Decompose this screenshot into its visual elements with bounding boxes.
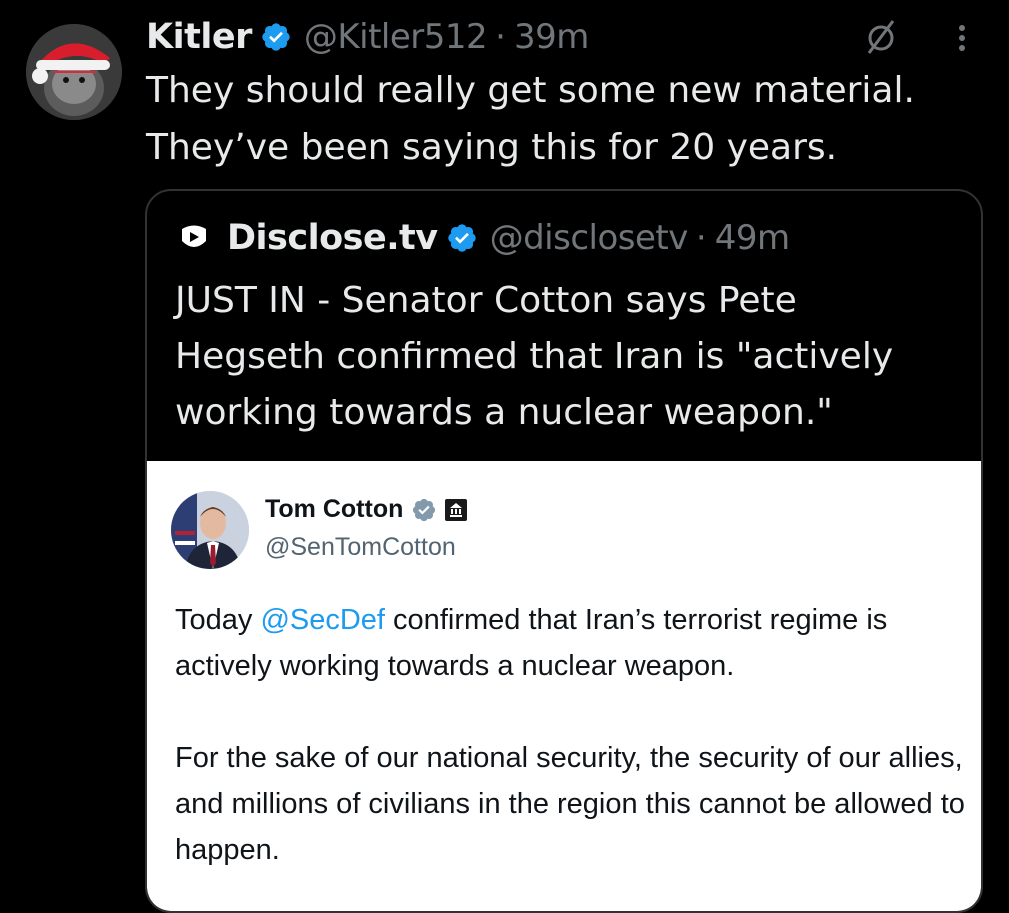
author-name[interactable]: Kitler <box>146 17 252 57</box>
separator-dot: · <box>695 218 707 258</box>
embedded-author-avatar <box>171 491 249 569</box>
quoted-tweet-header: Disclose.tv @disclosetv · 49m <box>179 213 790 263</box>
tweet-text: They should really get some new material… <box>146 70 915 168</box>
tweet-header: Kitler @Kitler512 · 39m <box>146 12 589 62</box>
embedded-paragraph-1: Today @SecDef confirmed that Iran’s terr… <box>175 597 965 689</box>
quoted-tweet-text: JUST IN - Senator Cotton says Pete Hegse… <box>175 280 894 433</box>
quoted-tweet-card[interactable]: Disclose.tv @disclosetv · 49m JUST IN - … <box>145 189 983 913</box>
quoted-author-handle[interactable]: @disclosetv <box>490 218 689 258</box>
author-handle[interactable]: @Kitler512 <box>304 17 488 57</box>
embedded-paragraph-2: For the sake of our national security, t… <box>175 742 965 866</box>
senator-portrait-icon <box>171 491 249 569</box>
embedded-text-pre: Today <box>175 604 261 636</box>
embedded-author-handle: @SenTomCotton <box>265 533 456 561</box>
embedded-tweet-image[interactable]: Tom Cotton @SenTomCotton Today @SecDef c… <box>147 461 981 911</box>
verified-badge-icon[interactable] <box>446 222 478 254</box>
embedded-name-row: Tom Cotton <box>265 495 468 524</box>
verified-badge-icon[interactable] <box>260 21 292 53</box>
government-building-icon <box>445 498 468 521</box>
mention-link: @SecDef <box>260 604 385 636</box>
author-avatar[interactable] <box>26 24 122 120</box>
quoted-timestamp[interactable]: 49m <box>715 218 790 258</box>
more-vertical-icon[interactable] <box>948 20 976 56</box>
tweet-timestamp[interactable]: 39m <box>514 17 589 57</box>
gray-verified-badge-icon <box>413 498 436 521</box>
cat-avatar-icon <box>26 24 122 120</box>
separator-dot: · <box>495 17 506 57</box>
embedded-author-name: Tom Cotton <box>265 495 404 523</box>
mute-slash-icon[interactable] <box>862 16 902 56</box>
disclose-tv-logo-icon <box>182 225 206 247</box>
quoted-author-name[interactable]: Disclose.tv <box>227 218 438 258</box>
embedded-tweet-text: Today @SecDef confirmed that Iran’s terr… <box>175 597 965 873</box>
